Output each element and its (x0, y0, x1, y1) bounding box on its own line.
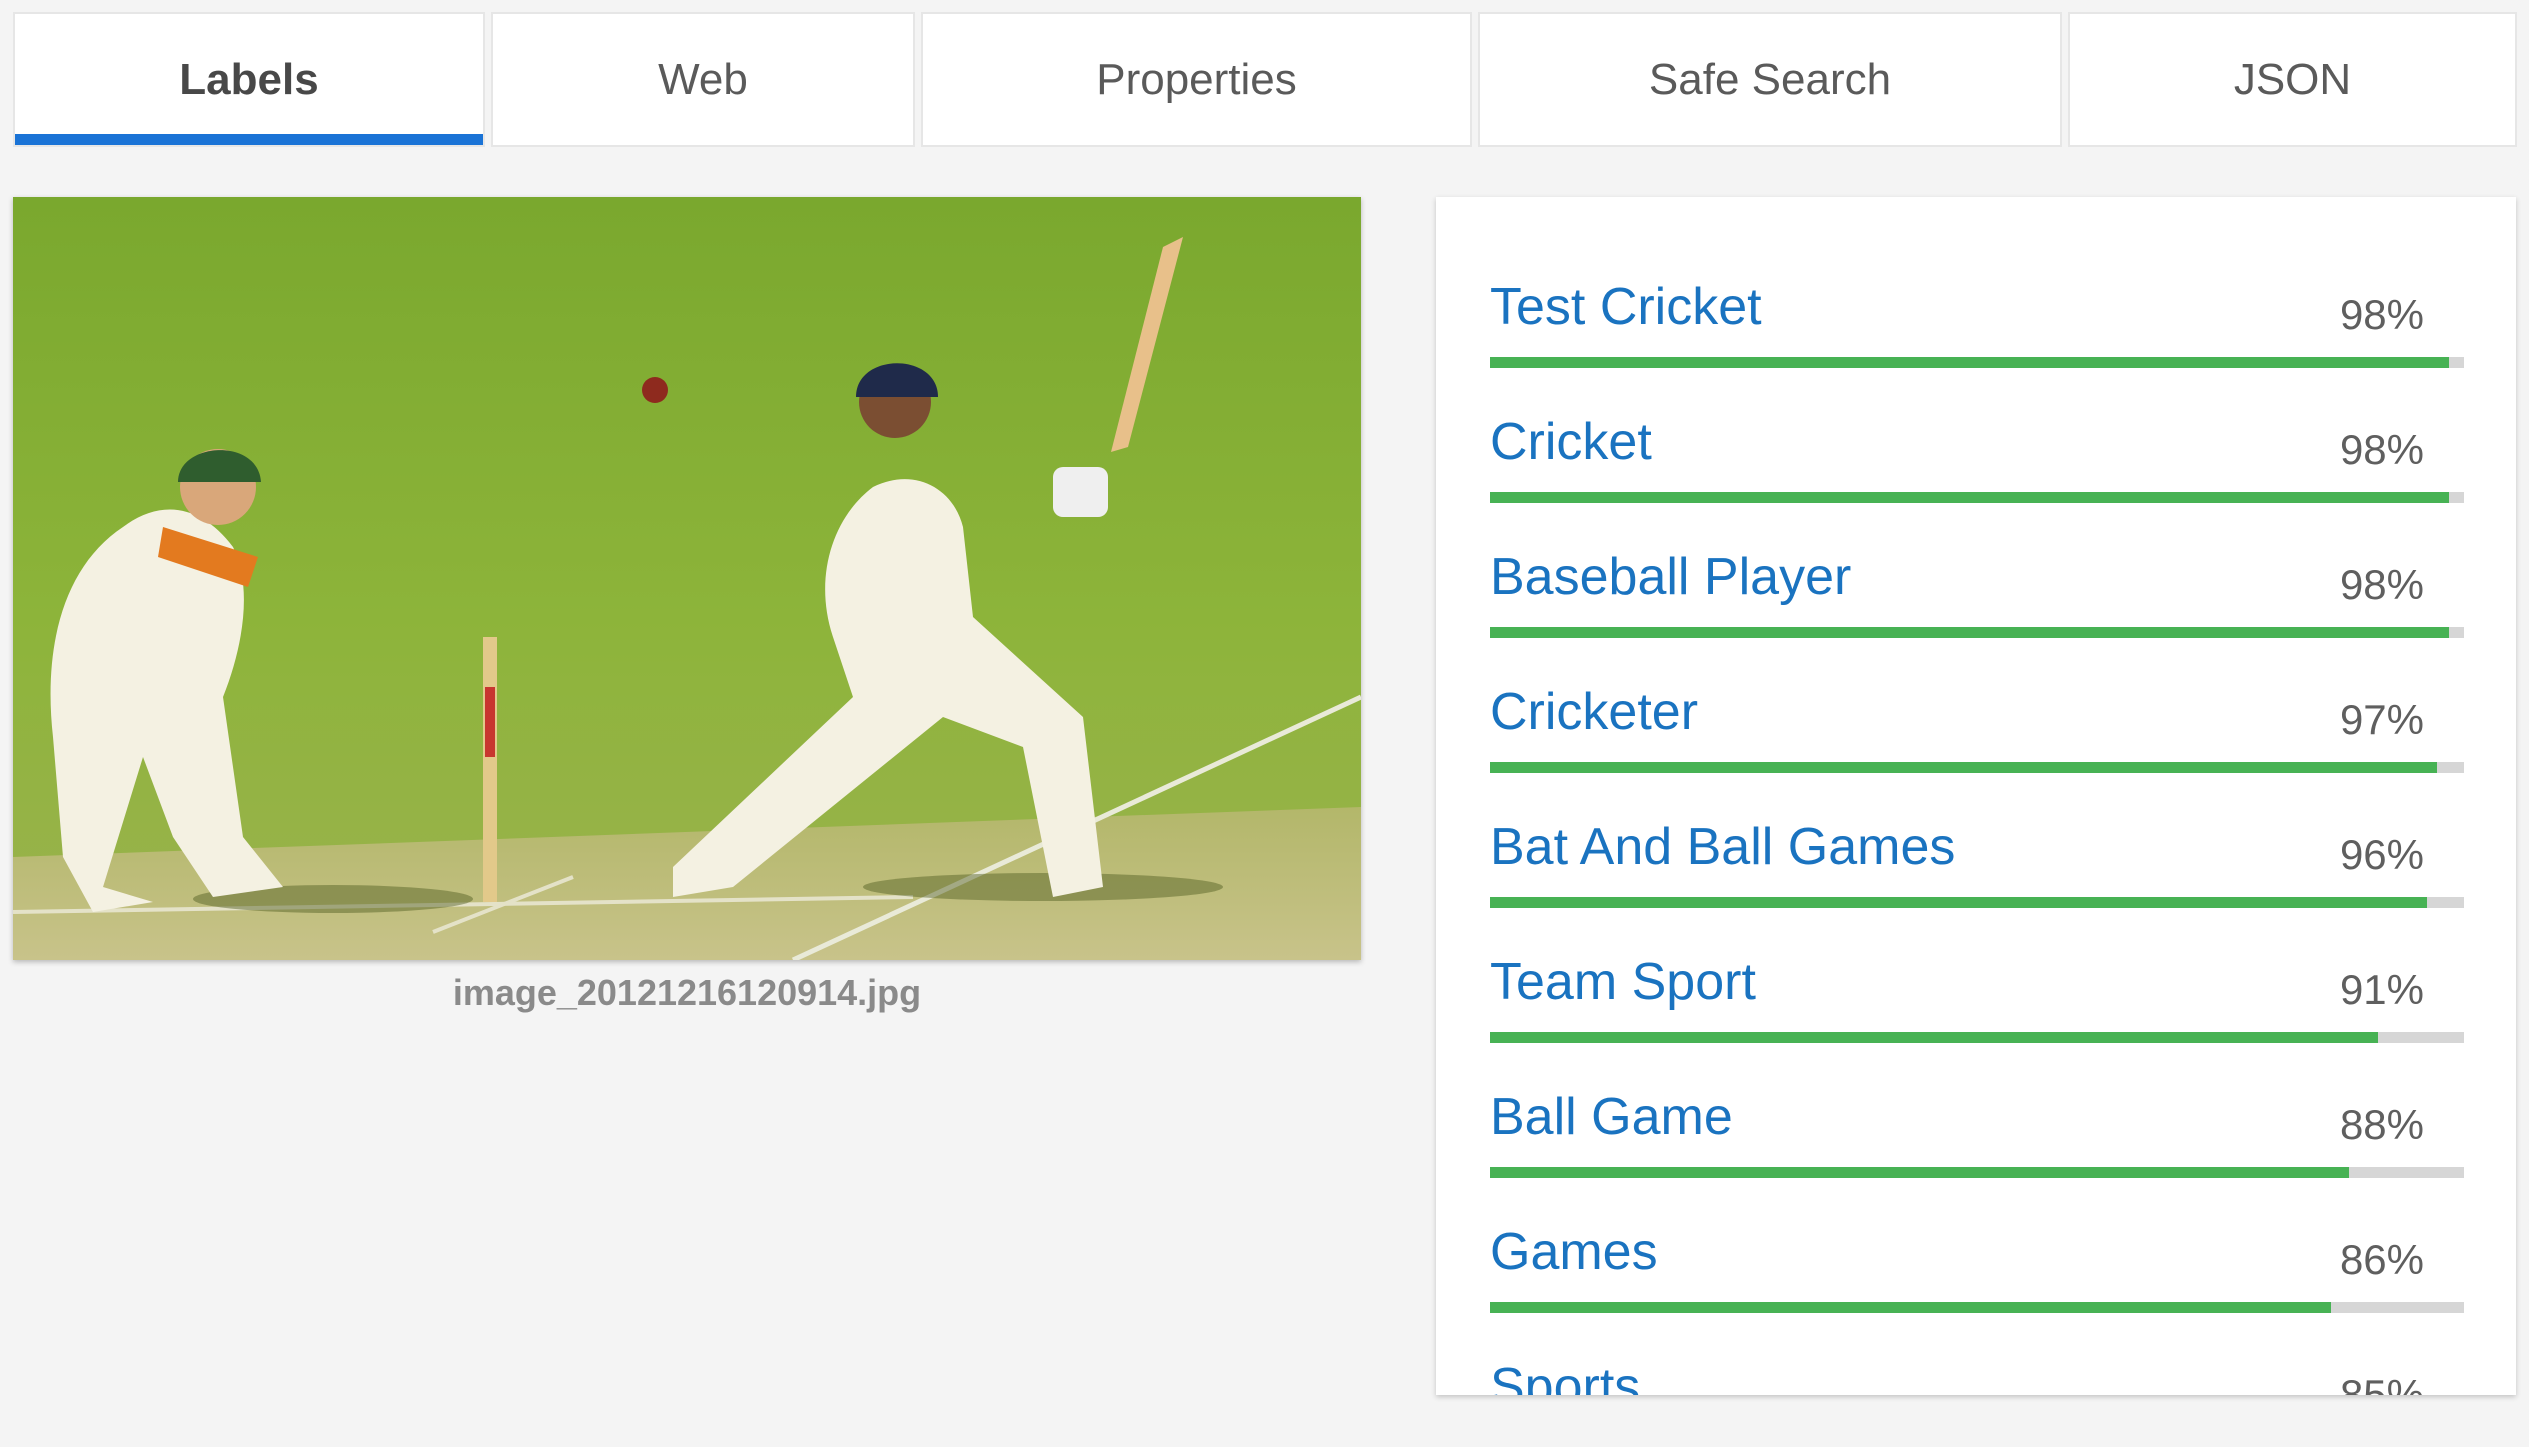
label-row: Sports 85% (1490, 1347, 2464, 1395)
label-name[interactable]: Test Cricket (1490, 267, 1762, 347)
confidence-bar-track (1490, 1302, 2464, 1313)
tab-label: JSON (2233, 54, 2352, 104)
confidence-bar-fill (1490, 1032, 2379, 1043)
label-row: Ball Game 88% (1490, 1077, 2464, 1178)
label-row: Test Cricket 98% (1490, 267, 2464, 368)
label-score: 98% (2339, 561, 2424, 608)
tab-json[interactable]: JSON (2068, 12, 2517, 147)
confidence-bar-fill (1490, 357, 2450, 368)
tab-label: Web (658, 54, 748, 104)
confidence-bar-fill (1490, 1302, 2331, 1313)
label-row: Cricketer 97% (1490, 672, 2464, 773)
label-score: 91% (2339, 966, 2424, 1013)
label-name[interactable]: Team Sport (1490, 942, 1756, 1022)
confidence-bar-fill (1490, 627, 2450, 638)
confidence-bar-fill (1490, 492, 2450, 503)
label-name[interactable]: Games (1490, 1212, 1658, 1292)
tab-label: Safe Search (1648, 54, 1892, 104)
labels-list: Test Cricket 98% Cricket 98% Baseball Pl… (1436, 197, 2516, 1395)
confidence-bar-track (1490, 762, 2464, 773)
label-score: 96% (2339, 831, 2424, 878)
confidence-bar-fill (1490, 762, 2437, 773)
label-name[interactable]: Cricketer (1490, 672, 1698, 752)
label-name[interactable]: Baseball Player (1490, 537, 1851, 617)
confidence-bar-fill (1490, 897, 2427, 908)
label-row: Team Sport 91% (1490, 942, 2464, 1043)
confidence-bar-track (1490, 627, 2464, 638)
tab-safe-search[interactable]: Safe Search (1478, 12, 2062, 147)
confidence-bar-track (1490, 1167, 2464, 1178)
analyzed-image (13, 197, 1361, 960)
confidence-bar-track (1490, 1032, 2464, 1043)
cricket-photo-illustration (13, 197, 1361, 960)
tab-labels[interactable]: Labels (13, 12, 485, 147)
label-score: 98% (2339, 426, 2424, 473)
confidence-bar-track (1490, 492, 2464, 503)
label-name[interactable]: Bat And Ball Games (1490, 807, 1955, 887)
image-filename: image_20121216120914.jpg (452, 972, 922, 1013)
label-score: 88% (2339, 1101, 2424, 1148)
confidence-bar-fill (1490, 1167, 2350, 1178)
label-row: Cricket 98% (1490, 402, 2464, 503)
confidence-bar-track (1490, 357, 2464, 368)
label-score: 86% (2339, 1236, 2424, 1283)
label-row: Baseball Player 98% (1490, 537, 2464, 638)
tab-web[interactable]: Web (491, 12, 915, 147)
active-tab-indicator (15, 134, 483, 145)
tab-label: Properties (1096, 54, 1297, 104)
label-score: 85% (2339, 1371, 2424, 1395)
label-score: 97% (2339, 696, 2424, 743)
label-name[interactable]: Sports (1490, 1347, 1640, 1395)
label-row: Games 86% (1490, 1212, 2464, 1313)
label-row: Bat And Ball Games 96% (1490, 807, 2464, 908)
label-score: 98% (2339, 291, 2424, 338)
tab-properties[interactable]: Properties (921, 12, 1472, 147)
tab-bar: Labels Web Properties Safe Search JSON (13, 12, 2517, 147)
tab-label: Labels (179, 54, 319, 104)
label-name[interactable]: Cricket (1490, 402, 1652, 482)
confidence-bar-track (1490, 897, 2464, 908)
label-name[interactable]: Ball Game (1490, 1077, 1733, 1157)
